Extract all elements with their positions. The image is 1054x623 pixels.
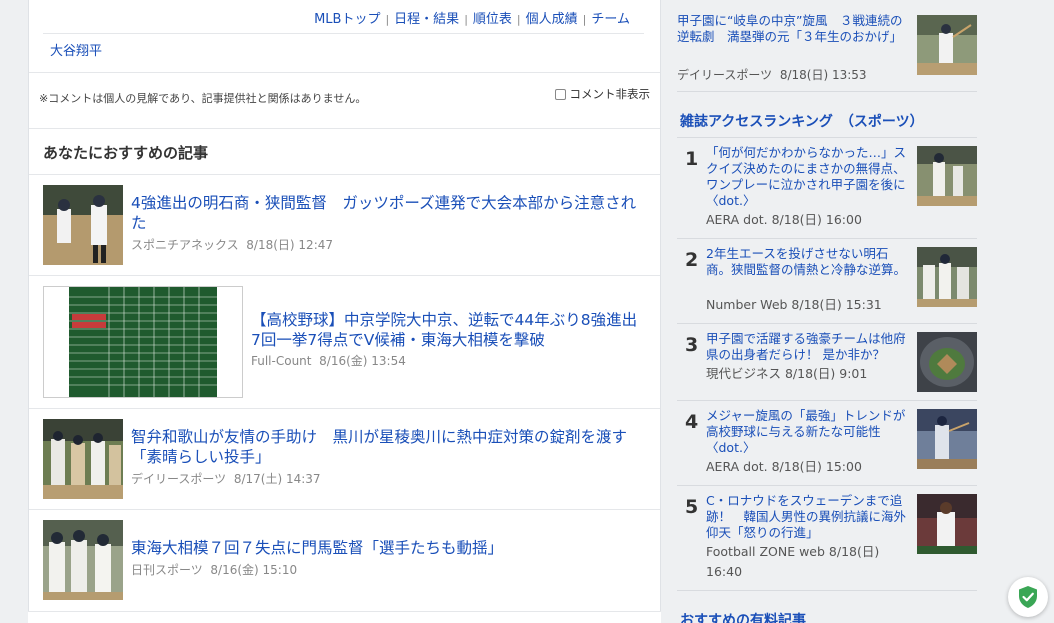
security-shield-icon[interactable]	[1008, 577, 1048, 617]
article-thumbnail[interactable]	[43, 520, 123, 600]
ranking-item[interactable]: 4 メジャー旋風の「最強」トレンドが高校野球に与える新たな可能性〈dot.〉 A…	[677, 400, 977, 485]
ranking-thumbnail[interactable]	[917, 332, 977, 392]
nav-standings[interactable]: 順位表	[473, 12, 512, 27]
divider	[29, 128, 660, 129]
ranking-title[interactable]: 甲子園で活躍する強豪チームは他府県の出身者だらけ！ 是か非か？	[706, 331, 906, 363]
ranking-thumbnail[interactable]	[917, 146, 977, 206]
article-title[interactable]: 東海大相模７回７失点に門馬監督「選手たちも動揺」	[131, 538, 646, 558]
rank-number: 1	[685, 148, 699, 170]
nav-separator: |	[582, 13, 587, 26]
ranking-item[interactable]: 3 甲子園で活躍する強豪チームは他府県の出身者だらけ！ 是か非か？ 現代ビジネス…	[677, 323, 977, 400]
article-title[interactable]: 4強進出の明石商・狭間監督 ガッツポーズ連発で大会本部から注意された	[131, 193, 646, 233]
article-thumbnail[interactable]	[43, 286, 243, 398]
article-meta: スポニチアネックス 8/18(日) 12:47	[131, 236, 333, 253]
article-date: 8/16(金) 13:54	[319, 354, 406, 368]
rank-number: 3	[685, 334, 699, 356]
next-section-strip	[28, 611, 661, 623]
article-source: スポニチアネックス	[131, 238, 239, 252]
article-thumbnail[interactable]	[43, 419, 123, 499]
hide-comments-label: コメント非表示	[569, 87, 651, 101]
article-source: Full-Count	[251, 354, 312, 368]
ranking-heading[interactable]: 雑誌アクセスランキング （スポーツ）	[680, 111, 924, 131]
nav-separator: |	[464, 13, 468, 26]
hide-comments-toggle[interactable]: コメント非表示	[554, 86, 651, 102]
recommended-heading: あなたにおすすめの記事	[43, 144, 209, 162]
article-meta: 日刊スポーツ 8/16(金) 15:10	[131, 561, 297, 578]
ranking-thumbnail[interactable]	[917, 409, 977, 469]
nav-player-stats[interactable]: 個人成績	[526, 12, 578, 27]
hide-comments-checkbox[interactable]	[554, 88, 566, 100]
article-source: デイリースポーツ	[131, 472, 227, 486]
ranking-meta: Number Web 8/18(日) 15:31	[706, 297, 882, 312]
sidebar-top-article[interactable]: 甲子園に“岐阜の中京”旋風 ３戦連続の逆転劇 満塁弾の元「３年生のおかげ」 デイ…	[677, 0, 977, 92]
sidebar-article-meta: デイリースポーツ 8/18(日) 13:53	[677, 66, 867, 83]
ranking-title[interactable]: C・ロナウドをスウェーデンまで追跡！ 韓国人男性の異例抗議に海外仰天「怒りの行進…	[706, 493, 906, 541]
article-meta: Full-Count 8/16(金) 13:54	[251, 352, 406, 369]
ranking-item[interactable]: 2 2年生エースを投げさせない明石商。狭間監督の情熱と冷静な逆算。 Number…	[677, 238, 977, 323]
divider	[29, 72, 660, 73]
recommended-article[interactable]: 智弁和歌山が友情の手助け 黒川が星稜奥川に熱中症対策の錠剤を渡す「素晴らしい投手…	[29, 408, 660, 509]
rank-number: 5	[685, 496, 699, 518]
ranking-item[interactable]: 5 C・ロナウドをスウェーデンまで追跡！ 韓国人男性の異例抗議に海外仰天「怒りの…	[677, 485, 977, 590]
main-column: MLBトップ | 日程・結果 | 順位表 | 個人成績 | チーム 大谷翔平 ※コメントは個人の…	[28, 0, 661, 623]
sidebar-article-date: 8/18(日) 13:53	[779, 68, 867, 82]
sidebar-article-title[interactable]: 甲子園に“岐阜の中京”旋風 ３戦連続の逆転劇 満塁弾の元「３年生のおかげ」	[677, 13, 909, 45]
ranking-title[interactable]: メジャー旋風の「最強」トレンドが高校野球に与える新たな可能性〈dot.〉	[706, 408, 906, 456]
recommended-article[interactable]: 4強進出の明石商・狭間監督 ガッツポーズ連発で大会本部から注意された スポニチア…	[29, 174, 660, 275]
article-title[interactable]: 智弁和歌山が友情の手助け 黒川が星稜奥川に熱中症対策の錠剤を渡す「素晴らしい投手…	[131, 427, 646, 467]
ranking-title[interactable]: 「何が何だかわからなかった…」スクイズ決めたのにまさかの無得点、ワンプレーに泣か…	[706, 145, 906, 209]
divider	[43, 33, 644, 34]
sidebar-article-source: デイリースポーツ	[677, 68, 773, 82]
ranking-title[interactable]: 2年生エースを投げさせない明石商。狭間監督の情熱と冷静な逆算。	[706, 246, 906, 278]
article-date: 8/17(土) 14:37	[233, 472, 321, 486]
player-link[interactable]: 大谷翔平	[50, 40, 102, 59]
article-source: 日刊スポーツ	[131, 563, 203, 577]
ranking-meta: AERA dot. 8/18(日) 16:00	[706, 212, 862, 227]
mlb-nav: MLBトップ | 日程・結果 | 順位表 | 個人成績 | チーム	[314, 8, 630, 27]
ranking-thumbnail[interactable]	[917, 494, 977, 554]
divider	[677, 91, 977, 92]
ranking-meta: AERA dot. 8/18(日) 15:00	[706, 459, 862, 474]
nav-separator: |	[385, 13, 390, 26]
comment-disclaimer: ※コメントは個人の見解であり、記事提供社と関係はありません。	[39, 92, 367, 105]
recommended-article[interactable]: 【高校野球】中京学院大中京、逆転で44年ぶり8強進出 7回一挙7得点でV候補・東…	[29, 275, 660, 408]
paid-articles-heading[interactable]: おすすめの有料記事	[680, 610, 806, 623]
article-date: 8/18(日) 12:47	[246, 238, 334, 252]
nav-separator: |	[516, 13, 521, 26]
nav-schedule[interactable]: 日程・結果	[394, 12, 459, 27]
ranking-meta: Football ZONE web 8/18(日) 16:40	[706, 544, 880, 579]
article-thumbnail[interactable]	[43, 185, 123, 265]
recommended-article[interactable]: 東海大相模７回７失点に門馬監督「選手たちも動揺」 日刊スポーツ 8/16(金) …	[29, 509, 660, 610]
article-date: 8/16(金) 15:10	[210, 563, 298, 577]
article-meta: デイリースポーツ 8/17(土) 14:37	[131, 470, 321, 487]
sidebar-article-thumbnail[interactable]	[917, 15, 977, 75]
rank-number: 4	[685, 411, 699, 433]
nav-mlb-top[interactable]: MLBトップ	[314, 12, 380, 27]
nav-team[interactable]: チーム	[591, 12, 630, 27]
ranking-meta: 現代ビジネス 8/18(日) 9:01	[706, 366, 868, 381]
ranking-thumbnail[interactable]	[917, 247, 977, 307]
rank-number: 2	[685, 249, 699, 271]
ranking-item[interactable]: 1 「何が何だかわからなかった…」スクイズ決めたのにまさかの無得点、ワンプレーに…	[677, 137, 977, 238]
article-title[interactable]: 【高校野球】中京学院大中京、逆転で44年ぶり8強進出 7回一挙7得点でV候補・東…	[251, 310, 653, 350]
divider	[677, 590, 977, 591]
